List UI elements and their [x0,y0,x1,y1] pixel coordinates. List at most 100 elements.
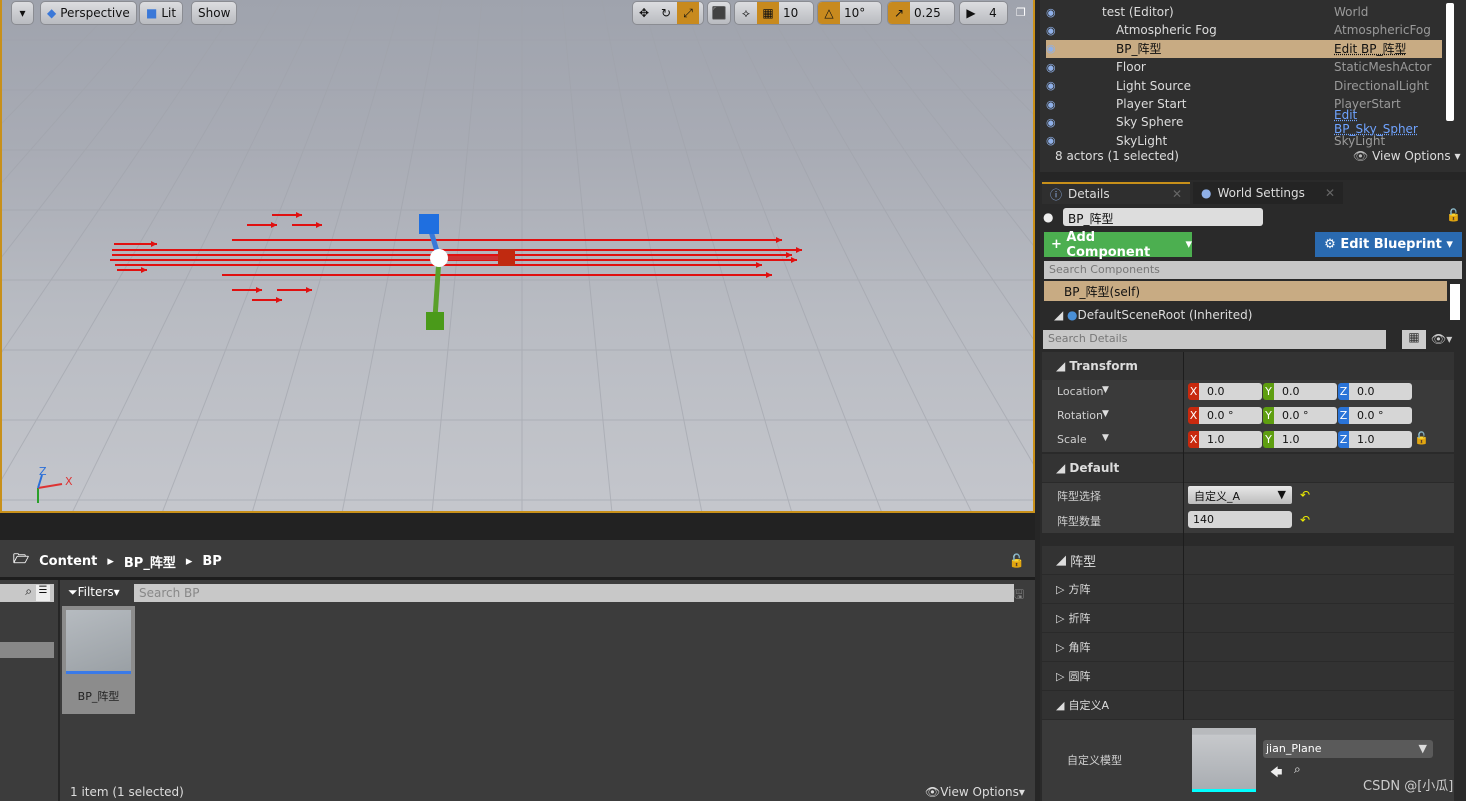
scrollbar[interactable] [1446,3,1454,121]
item-count: 1 item (1 selected) [70,785,184,799]
use-selected-arrow-icon[interactable]: 🡄 [1270,763,1282,784]
arrowhead [271,222,277,228]
scale-x-field[interactable]: X 1.0 [1188,431,1262,448]
add-component-button[interactable]: + Add Component ▾ [1044,230,1192,260]
eye-icon[interactable]: ◉ [1046,79,1060,92]
mesh-thumbnail[interactable] [1192,728,1256,792]
view-options-button[interactable]: 👁 View Options ▾ [1353,149,1461,163]
eye-icon[interactable]: ◉ [1046,116,1060,129]
reset-icon[interactable]: ↶ [1300,488,1310,502]
outliner-row[interactable]: ◉ Floor StaticMeshActor [1046,58,1442,76]
scale-y-field[interactable]: Y 1.0 [1263,431,1337,448]
rotation-y-field[interactable]: Y 0.0 ° [1263,407,1337,424]
angle-icon[interactable]: △ [818,2,840,24]
viewport-options-button[interactable]: ▾ [11,1,34,25]
sources-selected-item[interactable] [0,642,54,658]
eye-icon[interactable]: ◉ [1046,134,1060,147]
formation-category[interactable]: ▷ 圆阵 [1042,662,1454,691]
outliner-row[interactable]: ◉ Light Source DirectionalLight [1046,77,1442,95]
crumb-bp[interactable]: BP [202,554,221,569]
eye-icon[interactable]: ◉ [1046,61,1060,74]
formation-count-input[interactable]: 140 [1188,511,1292,528]
tab-world-settings[interactable]: ● World Settings ✕ [1193,182,1343,204]
scale-snap-icon[interactable]: ↗ [888,2,910,24]
transform-mode-group[interactable]: ✥ ↻ ⤢ [632,1,704,25]
show-button[interactable]: Show [191,1,238,25]
formation-category[interactable]: ▷ 方阵 [1042,575,1454,604]
eye-icon[interactable]: ◉ [1046,24,1060,37]
lit-button[interactable]: ■ Lit [139,1,184,25]
gizmo-z-handle [419,214,439,234]
maximize-icon[interactable]: ❐ [1016,6,1026,19]
crumb-bp-formation[interactable]: BP_阵型 [124,552,176,571]
outliner-row[interactable]: ◉ test (Editor) World [1046,3,1442,21]
lock-icon[interactable]: 🔓 [1009,554,1025,569]
scale-z-field[interactable]: Z 1.0 [1338,431,1412,448]
formation-category[interactable]: ▷ 折阵 [1042,604,1454,633]
eye-icon[interactable]: ◉ [1046,6,1060,19]
location-x-field[interactable]: X 0.0 [1188,383,1262,400]
eye-icon[interactable]: ◉ [1046,42,1060,55]
arrowhead [316,222,322,228]
arrowhead [791,257,797,263]
section-transform[interactable]: ◢ Transform [1042,352,1454,380]
save-search-icon[interactable]: 🖫 [1014,585,1024,606]
search-bp-input[interactable]: Search BP [134,584,1014,602]
grid-icon[interactable]: ▦ [757,2,779,24]
rotation-snap-group[interactable]: △ 10° [817,1,882,25]
crumb-content[interactable]: Content [39,554,97,569]
rotation-x-field[interactable]: X 0.0 ° [1188,407,1262,424]
rotation-z-field[interactable]: Z 0.0 ° [1338,407,1412,424]
formation-category[interactable]: ▷ 角阵 [1042,633,1454,662]
asset-tile[interactable]: BP_阵型 [62,606,135,714]
lock-icon[interactable]: 🔓 [1446,208,1461,222]
scale-snap-group[interactable]: ↗ 0.25 [887,1,955,25]
section-formation[interactable]: ◢ 阵型 [1042,546,1454,574]
search-components-input[interactable]: Search Components [1044,261,1462,279]
grid-snap-group[interactable]: ⟡ ▦ 10 [734,1,814,25]
cb-view-options-button[interactable]: 👁View Options▾ [925,785,1025,799]
tab-details[interactable]: ⓘ Details ✕ [1042,182,1190,204]
eye-icon[interactable]: ◉ [1046,98,1060,111]
surface-snap-icon[interactable]: ⟡ [735,2,757,24]
level-viewport[interactable]: ZX ▾ ◆ Perspective ■ Lit Show ✥ ↻ ⤢ ⬛ ⟡ ▦ 10 △… [0,0,1035,513]
component-self[interactable]: BP_阵型(self) [1044,281,1447,301]
search-details-input[interactable]: Search Details [1043,330,1386,349]
translate-icon[interactable]: ✥ [633,2,655,24]
outliner-row[interactable]: ◉ Atmospheric Fog AtmosphericFog [1046,21,1442,39]
transform-rotation: Rotation ▼ X 0.0 ° Y 0.0 ° Z 0.0 ° [1042,404,1454,428]
eye-icon: 👁 [1353,149,1369,163]
watermark: CSDN @[小瓜] [1363,779,1454,794]
scale-icon[interactable]: ⤢ [677,2,699,24]
location-y-field[interactable]: Y 0.0 [1263,383,1337,400]
coord-space-button[interactable]: ⬛ [707,1,731,25]
camera-speed-group[interactable]: ▶ 4 [959,1,1008,25]
sources-toggle-icon[interactable]: ☰ [36,585,50,601]
section-default[interactable]: ◢ Default [1042,454,1454,482]
filters-button[interactable]: ⏷Filters▾ [68,585,120,600]
arrowhead [306,287,312,293]
rotate-icon[interactable]: ↻ [655,2,677,24]
formation-category[interactable]: ◢ 自定义A [1042,691,1454,720]
outliner-row[interactable]: ◉ Sky Sphere Edit BP_Sky_Spher [1046,108,1442,136]
arrowhead [256,287,262,293]
browse-search-icon[interactable]: ⌕ [1294,762,1301,777]
transform-location: Location ▼ X 0.0 Y 0.0 Z 0.0 [1042,380,1454,404]
lock-icon[interactable]: 🔓 [1414,431,1429,445]
outliner-row[interactable]: ◉ BP_阵型 Edit BP_阵型 [1046,39,1442,58]
formation-select[interactable]: 自定义_A ▼ [1188,486,1292,504]
mesh-select[interactable]: jian_Plane ▼ [1263,740,1433,758]
property-matrix-button[interactable]: ▦ [1402,330,1426,349]
perspective-button[interactable]: ◆ Perspective [40,1,137,25]
actor-name-field[interactable]: BP_阵型 [1063,208,1263,226]
location-z-field[interactable]: Z 0.0 [1338,383,1412,400]
camera-speed-icon: ▶ [966,6,976,20]
scrollbar[interactable] [1450,284,1460,320]
visibility-options-button[interactable]: 👁▾ [1431,332,1452,346]
reset-icon[interactable]: ↶ [1300,513,1310,527]
details-panel: ⓘ Details ✕ ● World Settings ✕ ● BP_阵型 🔓 + A… [1040,180,1466,801]
outliner-row[interactable]: ◉ SkyLight SkyLight [1046,132,1442,150]
gear-icon: ⚙ [1324,237,1336,252]
component-default-scene-root[interactable]: ◢ ●DefaultSceneRoot (Inherited) [1054,308,1252,322]
edit-blueprint-button[interactable]: ⚙ Edit Blueprint ▾ [1315,232,1462,257]
